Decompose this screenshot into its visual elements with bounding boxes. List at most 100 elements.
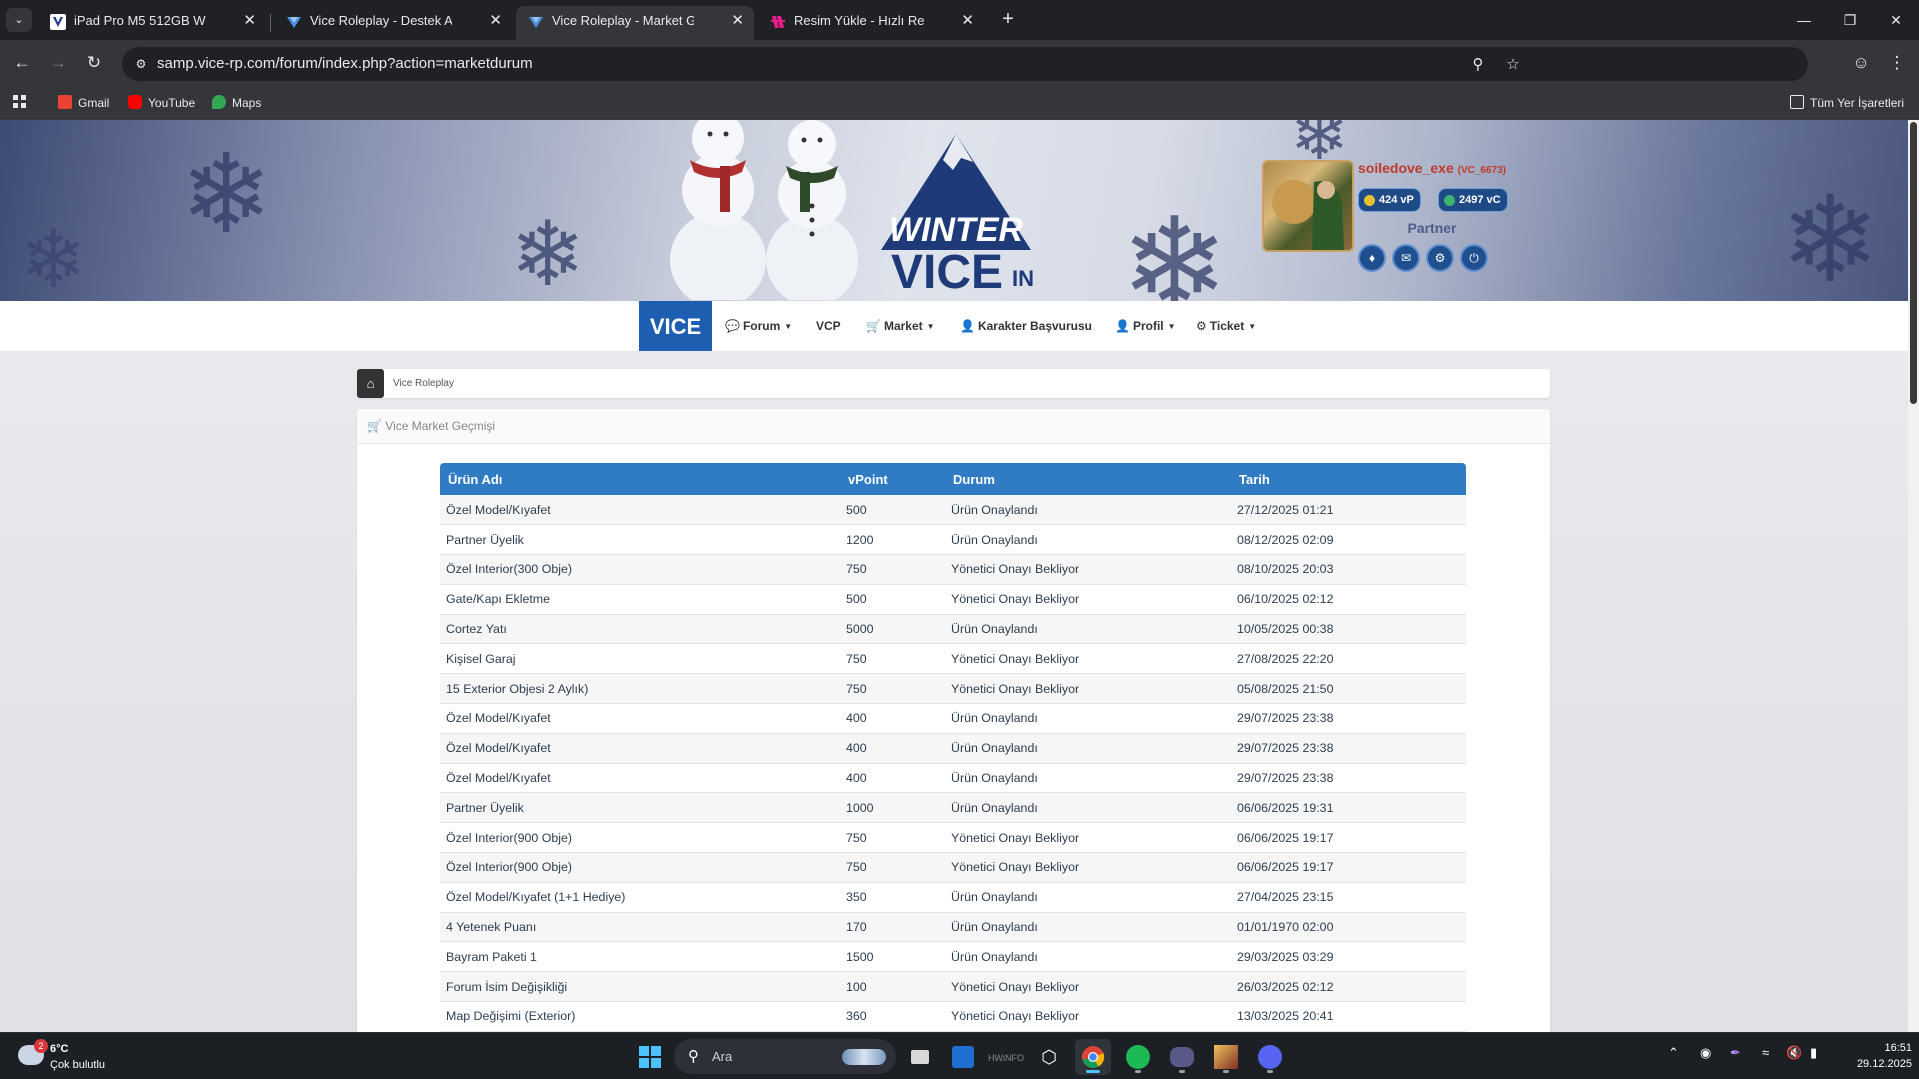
new-tab-button[interactable]: + bbox=[994, 6, 1022, 34]
tab-resim[interactable]: Resim Yükle - Hızlı Resim Paylaş ✕ bbox=[758, 6, 984, 40]
winter-vice-logo: WINTER VICE IN bbox=[881, 134, 1034, 298]
cell-urun-adi: Özel Model/Kıyafet bbox=[440, 703, 840, 734]
battery-icon[interactable]: ▮ bbox=[1810, 1045, 1817, 1061]
snowflake-icon: ❄ bbox=[180, 133, 273, 256]
nav-karakter-basvurusu[interactable]: 👤 Karakter Başvurusu bbox=[960, 301, 1092, 351]
tab-separator bbox=[270, 14, 271, 32]
taskbar-search[interactable]: ⚲ Ara bbox=[674, 1039, 896, 1074]
vp-balance[interactable]: 424 vP bbox=[1358, 188, 1421, 212]
notification-bell-icon[interactable]: ♦ bbox=[1358, 244, 1386, 272]
user-plus-icon: 👤 bbox=[960, 319, 975, 333]
minimize-button[interactable]: — bbox=[1781, 0, 1827, 40]
app-icon-blue[interactable] bbox=[945, 1039, 981, 1075]
cell-tarih: 29/07/2025 23:38 bbox=[1231, 733, 1466, 764]
bookmark-star-icon[interactable]: ☆ bbox=[1503, 55, 1523, 75]
url-text[interactable]: samp.vice-rp.com/forum/index.php?action=… bbox=[157, 47, 533, 81]
all-bookmarks-folder[interactable]: Tüm Yer İşaretleri bbox=[1790, 86, 1904, 120]
cell-tarih: 27/04/2025 23:15 bbox=[1231, 882, 1466, 913]
profile-incognito-icon[interactable]: ☺ bbox=[1847, 49, 1875, 77]
menu-icon[interactable]: ⋮ bbox=[1883, 49, 1911, 77]
spotify-icon[interactable] bbox=[1120, 1039, 1156, 1075]
window-close-button[interactable]: ✕ bbox=[1873, 0, 1919, 40]
close-icon[interactable]: ✕ bbox=[243, 6, 256, 36]
logout-power-icon[interactable]: ⏻ bbox=[1460, 244, 1488, 272]
tab-market[interactable]: Vice Roleplay - Market Geçmişi ✕ bbox=[516, 6, 754, 40]
tab-destek[interactable]: Vice Roleplay - Destek Alanı ✕ bbox=[274, 6, 512, 40]
header-durum: Durum bbox=[953, 471, 995, 487]
volume-muted-icon[interactable]: 🔇 bbox=[1786, 1045, 1802, 1061]
nav-profil[interactable]: 👤 Profil ▼ bbox=[1115, 301, 1176, 352]
cell-tarih: 06/06/2025 19:31 bbox=[1231, 792, 1466, 824]
tab-ipad[interactable]: iPad Pro M5 512GB WIFI 11"Ult ✕ bbox=[38, 6, 266, 40]
cell-urun-adi: Map Değişimi (Exterior) bbox=[440, 1001, 840, 1032]
main-nav: VICE 💬 Forum ▼ VCP 🛒 Market ▼ 👤 Karakter Başv… bbox=[0, 301, 1908, 351]
table-row: Özel Model/Kıyafet 400 Ürün Onaylandı 29/07… bbox=[440, 733, 1466, 764]
table-row: Bayram Paketi 1 1500 Ürün Onaylandı 29/03/2… bbox=[440, 941, 1466, 973]
table-row: Partner Üyelik 1200 Ürün Onaylandı 08/12/20… bbox=[440, 524, 1466, 556]
gamepad-app-icon[interactable] bbox=[1164, 1039, 1200, 1075]
tray-expand-icon[interactable]: ⌃ bbox=[1668, 1045, 1679, 1061]
discord-icon[interactable] bbox=[1252, 1039, 1288, 1075]
unity-icon[interactable]: ⬡ bbox=[1031, 1039, 1067, 1075]
chrome-icon[interactable] bbox=[1075, 1039, 1111, 1075]
bookmark-gmail[interactable]: Gmail bbox=[58, 86, 109, 120]
caret-down-icon: ▼ bbox=[1167, 322, 1176, 331]
cell-urun-adi: Özel Model/Kıyafet bbox=[440, 763, 840, 794]
breadcrumb-home-link[interactable]: Vice Roleplay bbox=[393, 369, 454, 398]
zoom-icon[interactable]: ⚲ bbox=[1468, 55, 1488, 75]
nav-market[interactable]: 🛒 Market ▼ bbox=[866, 301, 935, 352]
table-header-row: Ürün Adı vPoint Durum Tarih bbox=[440, 463, 1466, 495]
market-history-table: Ürün Adı vPoint Durum Tarih Özel Model/K… bbox=[440, 463, 1466, 1032]
vc-balance[interactable]: 2497 vC bbox=[1438, 188, 1508, 212]
reload-button[interactable]: ↻ bbox=[80, 49, 108, 77]
scrollbar-thumb[interactable] bbox=[1910, 122, 1917, 404]
discord-tray-icon[interactable]: ◉ bbox=[1700, 1045, 1711, 1061]
restore-button[interactable]: ❐ bbox=[1827, 0, 1873, 40]
home-icon[interactable]: ⌂ bbox=[357, 369, 384, 398]
apps-grid-icon[interactable] bbox=[12, 86, 28, 120]
bookmark-youtube[interactable]: YouTube bbox=[128, 86, 195, 120]
close-icon[interactable]: ✕ bbox=[961, 6, 974, 36]
cell-urun-adi: Gate/Kapı Ekletme bbox=[440, 584, 840, 615]
cell-urun-adi: 15 Exterior Objesi 2 Aylık) bbox=[440, 673, 840, 705]
username[interactable]: soiledove_exe (VC_6673) bbox=[1358, 160, 1506, 176]
close-icon[interactable]: ✕ bbox=[489, 6, 502, 36]
image-upload-icon bbox=[771, 16, 785, 28]
close-icon[interactable]: ✕ bbox=[731, 6, 744, 36]
tab-search-button[interactable]: ⌄ bbox=[6, 8, 32, 32]
cell-tarih: 06/06/2025 19:17 bbox=[1231, 822, 1466, 854]
table-row: Partner Üyelik 1000 Ürün Onaylandı 06/06/20… bbox=[440, 792, 1466, 824]
gta-app-icon[interactable] bbox=[1208, 1039, 1244, 1075]
cell-urun-adi: Kişisel Garaj bbox=[440, 643, 840, 675]
vc-text: 2497 vC bbox=[1459, 194, 1501, 206]
running-indicator bbox=[1223, 1070, 1229, 1073]
nav-forum[interactable]: 💬 Forum ▼ bbox=[725, 301, 792, 352]
nav-vcp[interactable]: VCP bbox=[816, 301, 841, 351]
message-envelope-icon[interactable]: ✉ bbox=[1392, 244, 1420, 272]
header-banner: ❄ ❄ ❄ ❄ ❄ ❄ WINTER VICE IN soiledove_exe… bbox=[0, 120, 1908, 301]
table-row: Forum İsim Değişikliği 100 Yönetici Onayı … bbox=[440, 971, 1466, 1003]
hwinfo-icon[interactable]: HWiNFO bbox=[988, 1039, 1024, 1075]
system-clock[interactable]: 16:51 29.12.2025 bbox=[1832, 1040, 1912, 1072]
windows-start-icon[interactable] bbox=[632, 1039, 668, 1075]
table-row: Özel Interior(900 Obje) 750 Yönetici Onayı… bbox=[440, 852, 1466, 883]
bookmark-maps[interactable]: Maps bbox=[212, 86, 261, 120]
cell-durum: Ürün Onaylandı bbox=[945, 733, 1231, 764]
settings-gear-icon[interactable]: ⚙ bbox=[1426, 244, 1454, 272]
avatar[interactable] bbox=[1262, 160, 1354, 252]
task-view-icon[interactable] bbox=[902, 1039, 938, 1075]
site-info-icon[interactable]: ⚙ bbox=[132, 55, 150, 73]
forward-button[interactable]: → bbox=[44, 49, 72, 77]
pen-tray-icon[interactable]: ✒ bbox=[1730, 1045, 1741, 1061]
page-scrollbar[interactable] bbox=[1908, 120, 1919, 1032]
cell-vpoint: 500 bbox=[840, 584, 945, 615]
nav-ticket[interactable]: ⚙ Ticket ▼ bbox=[1196, 301, 1256, 352]
wifi-icon[interactable]: ≈ bbox=[1762, 1045, 1769, 1060]
weather-widget[interactable]: 2 6°C Çok bulutlu bbox=[14, 1039, 134, 1075]
brand-logo[interactable]: VICE bbox=[639, 301, 712, 351]
back-button[interactable]: ← bbox=[8, 49, 36, 77]
cell-vpoint: 750 bbox=[840, 554, 945, 585]
cell-vpoint: 400 bbox=[840, 703, 945, 734]
address-bar[interactable]: ⚙ samp.vice-rp.com/forum/index.php?actio… bbox=[122, 47, 1808, 81]
gmail-icon bbox=[58, 95, 72, 109]
